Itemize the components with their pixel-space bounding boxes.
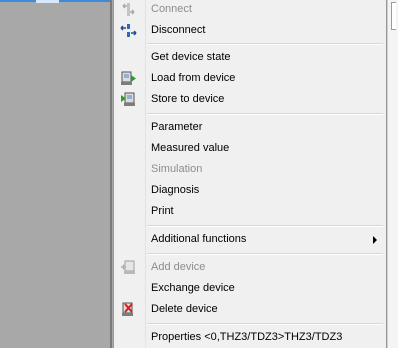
right-panel-edge — [387, 0, 398, 348]
menu-item-label: Load from device — [151, 72, 236, 84]
context-menu: Connect Disconnect Get device state Load… — [113, 0, 387, 348]
menu-item-disconnect[interactable]: Disconnect — [114, 20, 386, 41]
menu-item-label: Additional functions — [151, 233, 247, 245]
menu-item-label: Simulation — [151, 163, 203, 175]
menu-item-label: Measured value — [151, 142, 230, 154]
menu-item-exchange-device[interactable]: Exchange device — [114, 278, 386, 299]
menu-separator — [147, 253, 383, 255]
panel-divider[interactable] — [110, 0, 112, 348]
menu-item-load-from-device[interactable]: Load from device — [114, 68, 386, 89]
menu-item-label: Print — [151, 205, 174, 217]
menu-item-label: Get device state — [151, 51, 231, 63]
submenu-arrow-icon — [373, 236, 377, 244]
menu-item-measured-value[interactable]: Measured value — [114, 138, 386, 159]
menu-item-simulation[interactable]: Simulation — [114, 159, 386, 180]
menu-item-additional-functions[interactable]: Additional functions — [114, 229, 386, 250]
menu-item-connect[interactable]: Connect — [114, 0, 386, 20]
menu-item-label: Parameter — [151, 121, 203, 133]
delete-device-icon — [120, 301, 137, 318]
menu-item-parameter[interactable]: Parameter — [114, 117, 386, 138]
menu-item-print[interactable]: Print — [114, 201, 386, 222]
menu-item-delete-device[interactable]: Delete device — [114, 299, 386, 320]
menu-item-diagnosis[interactable]: Diagnosis — [114, 180, 386, 201]
menu-item-store-to-device[interactable]: Store to device — [114, 89, 386, 110]
menu-item-label: Delete device — [151, 303, 218, 315]
menu-item-label: Disconnect — [151, 24, 206, 36]
load-from-device-icon — [120, 70, 137, 87]
menu-item-label: Exchange device — [151, 282, 235, 294]
menu-item-label: Connect — [151, 3, 192, 15]
left-panel — [0, 0, 113, 348]
disconnect-icon — [120, 22, 137, 39]
menu-separator — [147, 323, 383, 325]
menu-item-properties[interactable]: Properties <0,THZ3/TDZ3>THZ3/TDZ3 — [114, 327, 386, 348]
menu-separator — [147, 225, 383, 227]
selected-tree-row-highlight — [36, 0, 59, 3]
menu-item-get-device-state[interactable]: Get device state — [114, 47, 386, 68]
menu-item-label: Diagnosis — [151, 184, 200, 196]
connect-icon — [120, 1, 137, 18]
right-panel-frame — [391, 2, 396, 30]
menu-item-label: Store to device — [151, 93, 225, 105]
menu-item-label: Add device — [151, 261, 206, 273]
add-device-icon — [120, 259, 137, 276]
menu-item-add-device[interactable]: Add device — [114, 257, 386, 278]
store-to-device-icon — [120, 91, 137, 108]
menu-item-label: Properties <0,THZ3/TDZ3>THZ3/TDZ3 — [151, 331, 343, 343]
menu-separator — [147, 113, 383, 115]
menu-separator — [147, 43, 383, 45]
